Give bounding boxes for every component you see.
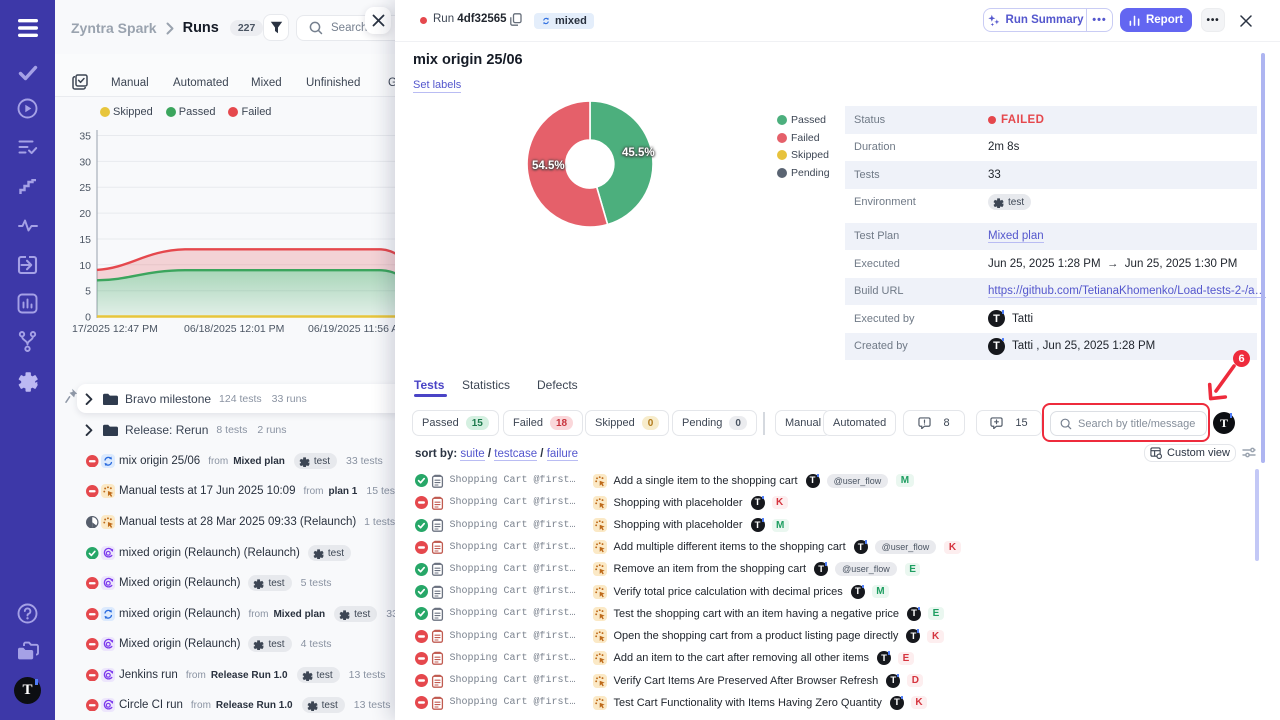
svg-text:5: 5 [85, 286, 91, 298]
svg-text:30: 30 [79, 156, 91, 168]
svg-text:06/19/2025 11:56 AM: 06/19/2025 11:56 AM [308, 323, 400, 335]
svg-text:25: 25 [79, 182, 91, 194]
svg-text:35: 35 [79, 131, 91, 143]
svg-text:0: 0 [85, 312, 91, 324]
svg-text:06/18/2025 12:01 PM: 06/18/2025 12:01 PM [184, 323, 284, 335]
svg-text:20: 20 [79, 208, 91, 220]
svg-text:15: 15 [79, 234, 91, 246]
svg-text:10: 10 [79, 260, 91, 272]
svg-text:17/2025 12:47 PM: 17/2025 12:47 PM [72, 323, 158, 335]
